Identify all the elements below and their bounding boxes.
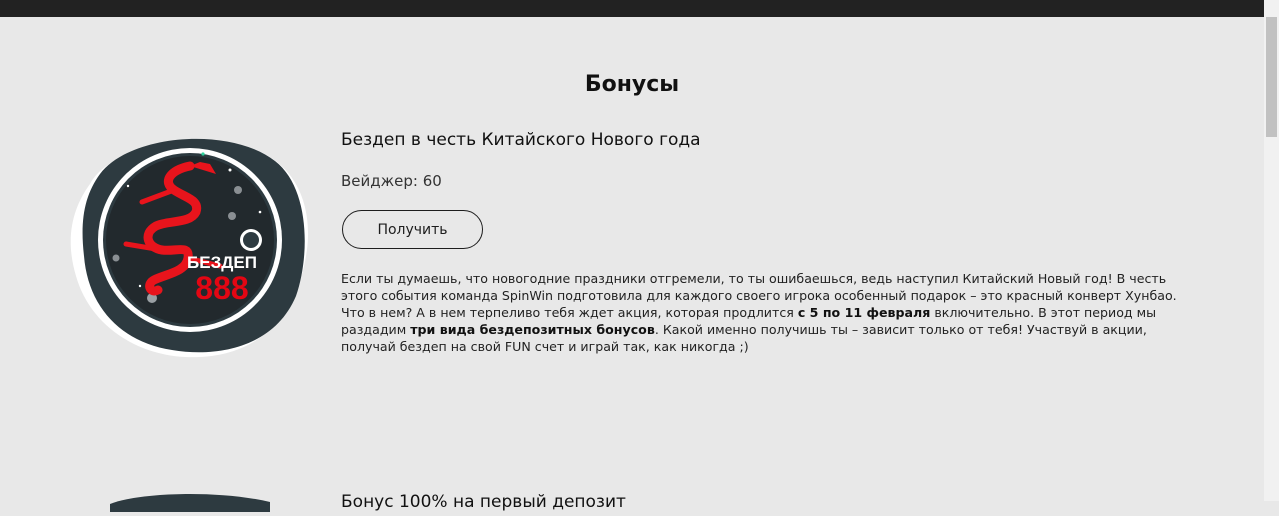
scrollbar-thumb[interactable] [1266, 17, 1277, 137]
dragon-badge-icon: БЕЗДЕП 888 [70, 138, 309, 358]
next-badge-icon [110, 493, 270, 512]
page-title: Бонусы [584, 72, 680, 97]
badge-number: 888 [195, 270, 248, 306]
bonus-badge-image: БЕЗДЕП 888 [70, 126, 310, 358]
next-bonus-title: Бонус 100% на первый депозит [341, 492, 626, 512]
wager-requirement: Вейджер: 60 [341, 172, 442, 190]
bonus-description: Если ты думаешь, что новогодние праздник… [341, 270, 1191, 355]
claim-bonus-button[interactable]: Получить [342, 210, 483, 249]
bonus-title: Бездеп в честь Китайского Нового года [341, 130, 701, 150]
description-bonus-types: три вида бездепозитных бонусов [410, 322, 655, 337]
next-bonus-badge-image [110, 492, 270, 512]
top-navigation-bar [0, 0, 1264, 17]
page-scrollbar[interactable] [1264, 0, 1279, 501]
description-dates: с 5 по 11 февраля [797, 305, 931, 320]
